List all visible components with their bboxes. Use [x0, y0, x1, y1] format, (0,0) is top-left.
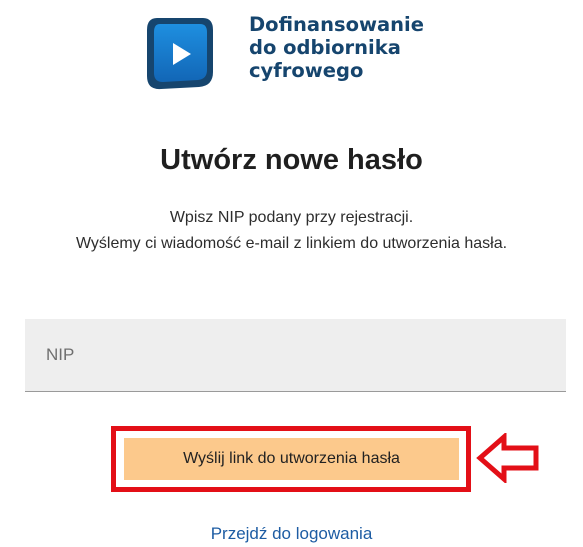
play-screen-icon — [147, 18, 213, 90]
login-link[interactable]: Przejdź do logowania — [0, 524, 583, 544]
page: Dofinansowanie do odbiornika cyfrowego U… — [0, 0, 583, 547]
brand-line-1: Dofinansowanie — [249, 13, 424, 36]
send-link-button[interactable]: Wyślij link do utworzenia hasła — [124, 438, 459, 480]
description: Wpisz NIP podany przy rejestracji. Wyśle… — [0, 205, 583, 257]
brand-line-3: cyfrowego — [249, 59, 364, 82]
left-arrow-icon — [476, 433, 539, 483]
description-line-2: Wyślemy ci wiadomość e-mail z linkiem do… — [75, 235, 508, 252]
nip-field — [25, 319, 566, 392]
page-title: Utwórz nowe hasło — [160, 144, 423, 176]
brand-name: Dofinansowanie do odbiornika cyfrowego — [249, 13, 424, 82]
nip-input[interactable] — [25, 319, 566, 391]
brand-line-2: do odbiornika — [249, 36, 401, 59]
description-line-1: Wpisz NIP podany przy rejestracji. — [169, 209, 414, 226]
